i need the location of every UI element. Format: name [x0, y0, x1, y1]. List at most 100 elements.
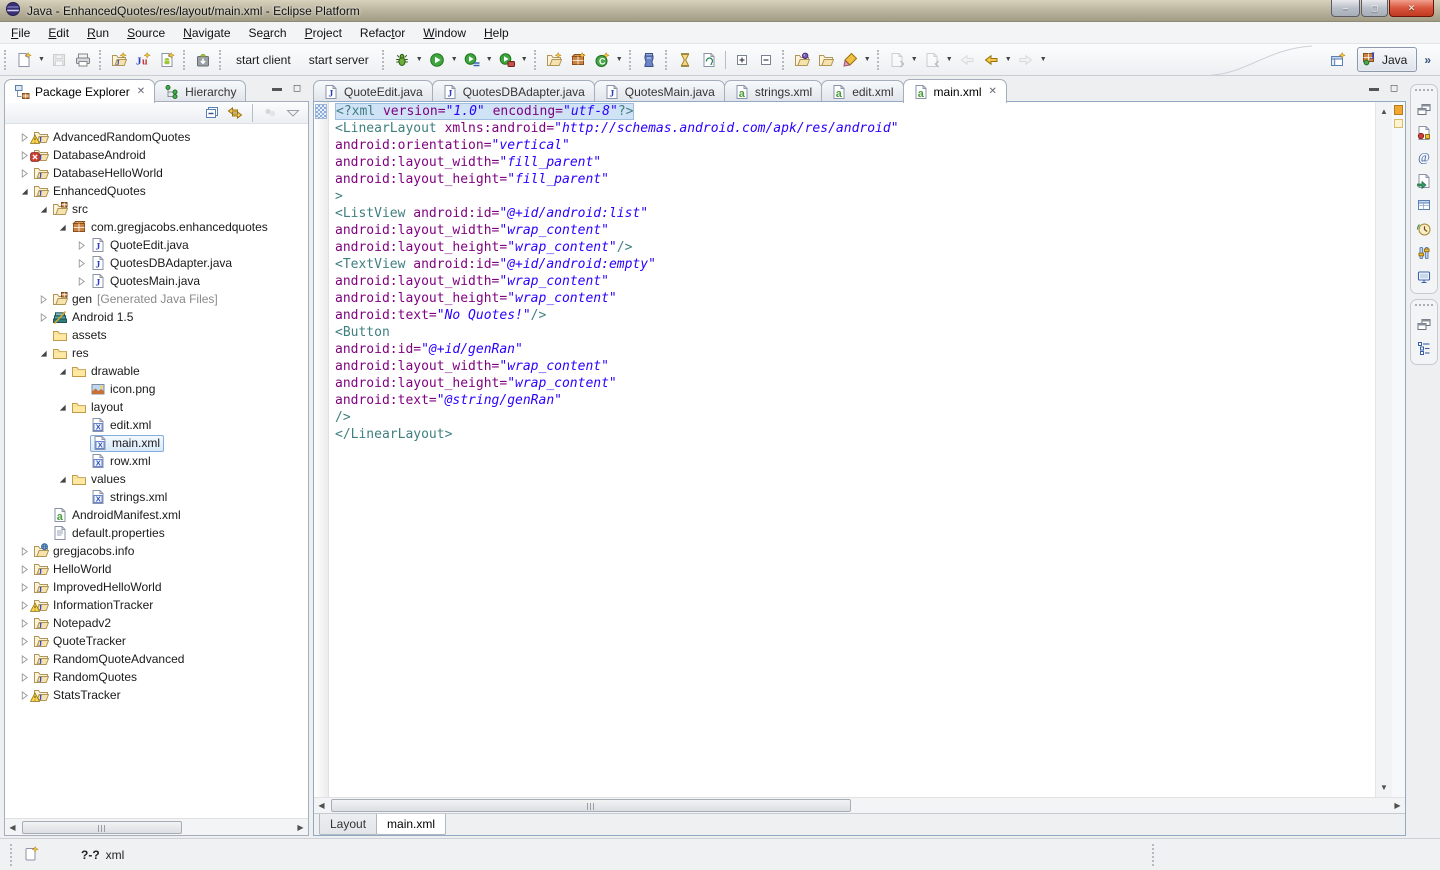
collapse-icon[interactable]: [38, 204, 49, 215]
collapse-icon[interactable]: [19, 186, 30, 197]
task-list-icon[interactable]: [1413, 121, 1435, 145]
search-references-icon[interactable]: [697, 48, 721, 72]
open-type-icon[interactable]: [673, 48, 697, 72]
tree-item-strings-xml[interactable]: Xstrings.xml: [5, 488, 308, 506]
outline-icon[interactable]: [1413, 336, 1435, 360]
expand-icon[interactable]: [19, 150, 30, 161]
expand-icon[interactable]: [19, 636, 30, 647]
tree-item-quotesmain-java[interactable]: JQuotesMain.java: [5, 272, 308, 290]
tree-item-randomquoteadvanced[interactable]: JRandomQuoteAdvanced: [5, 650, 308, 668]
overview-annotation2-icon[interactable]: [1394, 119, 1403, 128]
expand-icon[interactable]: [19, 690, 30, 701]
new-class-icon[interactable]: C: [590, 48, 614, 72]
run-icon[interactable]: [425, 48, 449, 72]
previous-annotation-dropdown-icon[interactable]: ▼: [944, 48, 955, 72]
maximize-view-icon[interactable]: ◻: [289, 82, 305, 96]
expand-icon[interactable]: [38, 294, 49, 305]
tree-item-databaseandroid[interactable]: JDatabaseAndroid: [5, 146, 308, 164]
save-icon[interactable]: [47, 48, 71, 72]
debug-dropdown-icon[interactable]: ▼: [414, 48, 425, 72]
drag-handle[interactable]: [1415, 304, 1433, 309]
scroll-right-icon[interactable]: ▶: [1390, 798, 1405, 813]
run-history-icon[interactable]: [460, 48, 484, 72]
editor-vscrollbar[interactable]: ▲ ▼: [1375, 102, 1392, 797]
expand-icon[interactable]: [76, 276, 87, 287]
tree-item-com-gregjacobs-enhancedquotes[interactable]: com.gregjacobs.enhancedquotes: [5, 218, 308, 236]
collapse-icon[interactable]: [57, 402, 68, 413]
tree-item-databasehelloworld[interactable]: JDatabaseHelloWorld: [5, 164, 308, 182]
tree-item-notepadv2[interactable]: JNotepadv2: [5, 614, 308, 632]
expand-icon[interactable]: [76, 258, 87, 269]
editor-tab-quoteedit-java[interactable]: JQuoteEdit.java: [313, 80, 433, 102]
fast-view-icon[interactable]: [23, 846, 41, 864]
tree-item-quotesdbadapter-java[interactable]: JQuotesDBAdapter.java: [5, 254, 308, 272]
open-resource-icon[interactable]: [814, 48, 838, 72]
start-client-button[interactable]: start client: [227, 53, 300, 67]
new-android-project-icon[interactable]: [155, 48, 179, 72]
next-annotation-icon[interactable]: [885, 48, 909, 72]
tree-item-default-properties[interactable]: default.properties: [5, 524, 308, 542]
tree-item-androidmanifest-xml[interactable]: aAndroidManifest.xml: [5, 506, 308, 524]
collapse-icon[interactable]: [38, 348, 49, 359]
new-package-icon[interactable]: [566, 48, 590, 72]
tree-item-gen[interactable]: gen[Generated Java Files]: [5, 290, 308, 308]
page-tab-layout[interactable]: Layout: [319, 814, 377, 835]
properties-icon[interactable]: [1413, 193, 1435, 217]
next-annotation-dropdown-icon[interactable]: ▼: [909, 48, 920, 72]
menu-help[interactable]: Help: [475, 23, 518, 43]
expand-icon[interactable]: [19, 654, 30, 665]
tree-item-android-1-5[interactable]: Android 1.5: [5, 308, 308, 326]
minimize-view-icon[interactable]: ▬: [269, 82, 285, 96]
perspective-button-java[interactable]: J Java: [1357, 47, 1417, 72]
scrollbar-thumb[interactable]: [22, 821, 182, 834]
menu-edit[interactable]: Edit: [39, 23, 78, 43]
tree-item-assets[interactable]: assets: [5, 326, 308, 344]
restore-views-icon[interactable]: [1413, 312, 1435, 336]
tree-item-drawable[interactable]: drawable: [5, 362, 308, 380]
highlight-icon[interactable]: [838, 48, 862, 72]
new-project-folder-icon[interactable]: [542, 48, 566, 72]
close-tab-icon[interactable]: ✕: [137, 86, 145, 97]
tree-item-advancedrandomquotes[interactable]: JAdvancedRandomQuotes: [5, 128, 308, 146]
run-external-dropdown-icon[interactable]: ▼: [519, 48, 530, 72]
editor-tab-quotesmain-java[interactable]: JQuotesMain.java: [594, 80, 725, 102]
tree-item-improvedhelloworld[interactable]: JImprovedHelloWorld: [5, 578, 308, 596]
console-icon[interactable]: [1413, 265, 1435, 289]
collapse-icon[interactable]: [57, 366, 68, 377]
view-tab-package-explorer[interactable]: Package Explorer✕: [4, 79, 155, 103]
editor-tab-strings-xml[interactable]: astrings.xml: [724, 80, 822, 102]
tree-item-main-xml[interactable]: Xmain.xml: [5, 434, 308, 452]
collapse-icon[interactable]: [57, 222, 68, 233]
menu-file[interactable]: File: [2, 23, 39, 43]
android-sdk-manager-icon[interactable]: [191, 48, 215, 72]
new-wizard-dropdown-icon[interactable]: ▼: [36, 48, 47, 72]
run-history-dropdown-icon[interactable]: ▼: [484, 48, 495, 72]
perspective-overflow-chevron[interactable]: »: [1424, 53, 1430, 67]
new-java-project-icon[interactable]: J: [107, 48, 131, 72]
restore-views-icon[interactable]: [1413, 97, 1435, 121]
tree-item-layout[interactable]: layout: [5, 398, 308, 416]
highlight-dropdown-icon[interactable]: ▼: [862, 48, 873, 72]
editor-tab-quotesdbadapter-java[interactable]: JQuotesDBAdapter.java: [432, 80, 595, 102]
synchronize-icon[interactable]: [1413, 241, 1435, 265]
tree-item-res[interactable]: res: [5, 344, 308, 362]
tree-item-helloworld[interactable]: JHelloWorld: [5, 560, 308, 578]
tree-item-values[interactable]: values: [5, 470, 308, 488]
code-area[interactable]: <?xml version="1.0" encoding="utf-8"?><L…: [329, 102, 1375, 797]
tree-item-icon-png[interactable]: icon.png: [5, 380, 308, 398]
expand-icon[interactable]: [19, 546, 30, 557]
expand-icon[interactable]: [19, 582, 30, 593]
menu-refactor[interactable]: Refactor: [351, 23, 414, 43]
tree-item-edit-xml[interactable]: Xedit.xml: [5, 416, 308, 434]
expand-icon[interactable]: [19, 600, 30, 611]
collapse-icon[interactable]: [57, 474, 68, 485]
run-external-icon[interactable]: [495, 48, 519, 72]
previous-annotation-icon[interactable]: [920, 48, 944, 72]
start-server-button[interactable]: start server: [300, 53, 378, 67]
open-perspective-button[interactable]: [1326, 48, 1350, 72]
run-dropdown-icon[interactable]: ▼: [449, 48, 460, 72]
overview-annotation-icon[interactable]: [1394, 105, 1403, 115]
expand-icon[interactable]: [38, 312, 49, 323]
new-wizard-icon[interactable]: [12, 48, 36, 72]
scroll-right-icon[interactable]: ▶: [293, 820, 308, 835]
